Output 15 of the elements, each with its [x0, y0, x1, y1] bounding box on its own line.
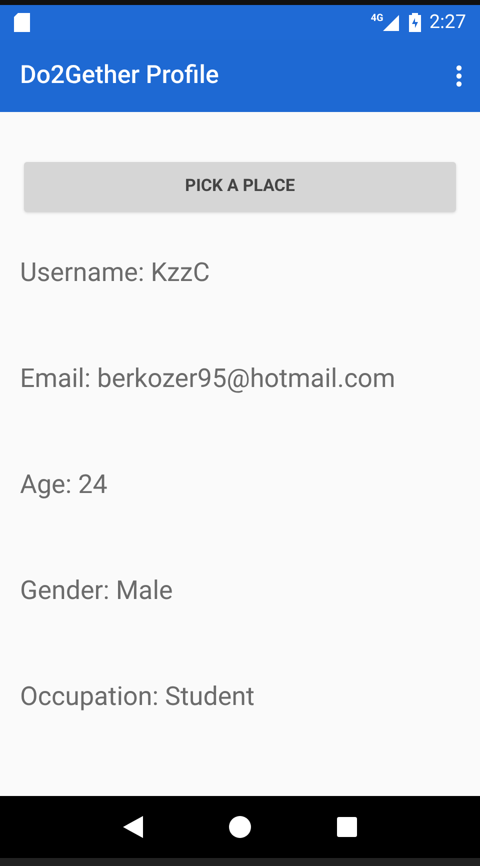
pick-a-place-button[interactable]: PICK A PLACE: [24, 162, 456, 212]
sd-card-icon: [14, 13, 30, 32]
profile-field: Occupation: Student: [20, 678, 255, 716]
profile-field: Age: 24: [20, 466, 108, 504]
signal-icon: [383, 14, 400, 30]
profile-field: Gender: Male: [20, 572, 173, 610]
home-icon[interactable]: [229, 816, 251, 838]
back-icon[interactable]: [123, 816, 143, 838]
battery-icon: [409, 13, 422, 32]
profile-field: Email: berkozer95@hotmail.com: [20, 360, 396, 398]
clock: 2:27: [429, 9, 466, 36]
more-options-icon[interactable]: [456, 65, 462, 87]
profile-field: Username: KzzC: [20, 254, 210, 292]
network-type: 4G: [370, 12, 384, 26]
app-title: Do2Gether Profile: [20, 60, 220, 92]
